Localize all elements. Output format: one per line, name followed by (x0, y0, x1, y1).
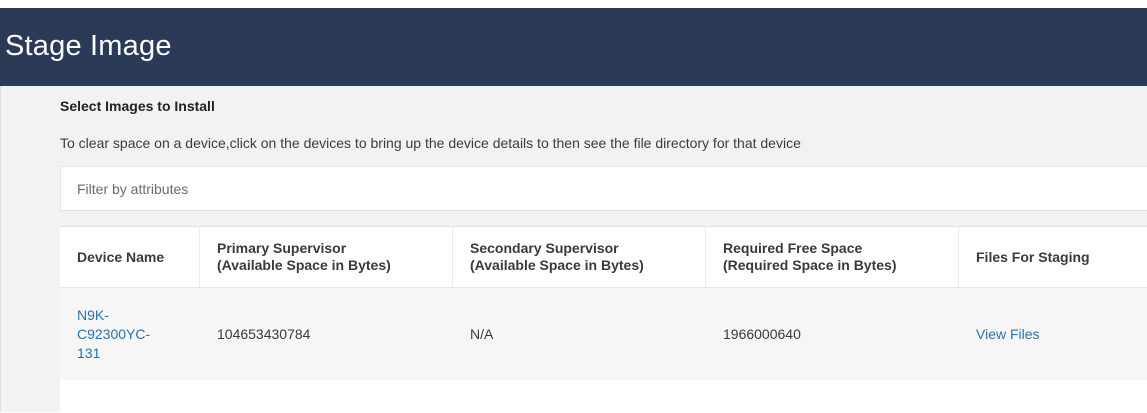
column-header-subline: (Available Space in Bytes) (217, 257, 391, 273)
cell-files-for-staging: View Files (959, 288, 1147, 380)
cell-device-name: N9K- C92300YC- 131 (60, 288, 200, 380)
main-content: Select Images to Install To clear space … (1, 86, 1147, 413)
device-name-line: N9K- (77, 306, 109, 323)
column-header-line: Required Free Space (723, 240, 863, 256)
column-header-subline: (Available Space in Bytes) (470, 257, 644, 273)
primary-space-value: 104653430784 (217, 325, 311, 342)
column-header-primary-supervisor[interactable]: Primary Supervisor (Available Space in B… (200, 227, 453, 287)
filter-box (60, 166, 1147, 211)
device-name-line: 131 (77, 344, 101, 361)
view-files-link[interactable]: View Files (976, 325, 1040, 344)
cell-required-free-space: 1966000640 (706, 288, 959, 380)
column-header-line: Secondary Supervisor (470, 240, 619, 256)
column-header-device-name[interactable]: Device Name (60, 227, 200, 287)
filter-input[interactable] (61, 167, 1147, 210)
page-title: Stage Image (5, 30, 172, 62)
secondary-space-value: N/A (470, 325, 494, 342)
table-row: N9K- C92300YC- 131 104653430784 N/A 1966… (60, 288, 1147, 380)
cell-primary-supervisor: 104653430784 (200, 288, 453, 380)
column-header-files-for-staging[interactable]: Files For Staging (959, 227, 1147, 287)
cell-secondary-supervisor: N/A (453, 288, 706, 380)
column-header-secondary-supervisor[interactable]: Secondary Supervisor (Available Space in… (453, 227, 706, 287)
page-header: Stage Image (0, 8, 1147, 86)
top-strip (0, 0, 1147, 8)
column-header-line: Primary Supervisor (217, 240, 347, 256)
required-space-value: 1966000640 (723, 325, 801, 342)
device-name-link[interactable]: N9K- C92300YC- 131 (77, 306, 150, 363)
instructions-text: To clear space on a device,click on the … (60, 135, 801, 151)
column-header-line: Files For Staging (976, 248, 1090, 265)
column-header-required-free-space[interactable]: Required Free Space (Required Space in B… (706, 227, 959, 287)
column-header-subline: (Required Space in Bytes) (723, 257, 897, 273)
devices-table: Device Name Primary Supervisor (Availabl… (60, 226, 1147, 413)
table-header: Device Name Primary Supervisor (Availabl… (60, 227, 1147, 288)
column-header-line: Device Name (77, 248, 165, 265)
table-empty-area (60, 380, 1147, 413)
section-title: Select Images to Install (60, 98, 215, 114)
device-name-line: C92300YC- (77, 325, 151, 342)
